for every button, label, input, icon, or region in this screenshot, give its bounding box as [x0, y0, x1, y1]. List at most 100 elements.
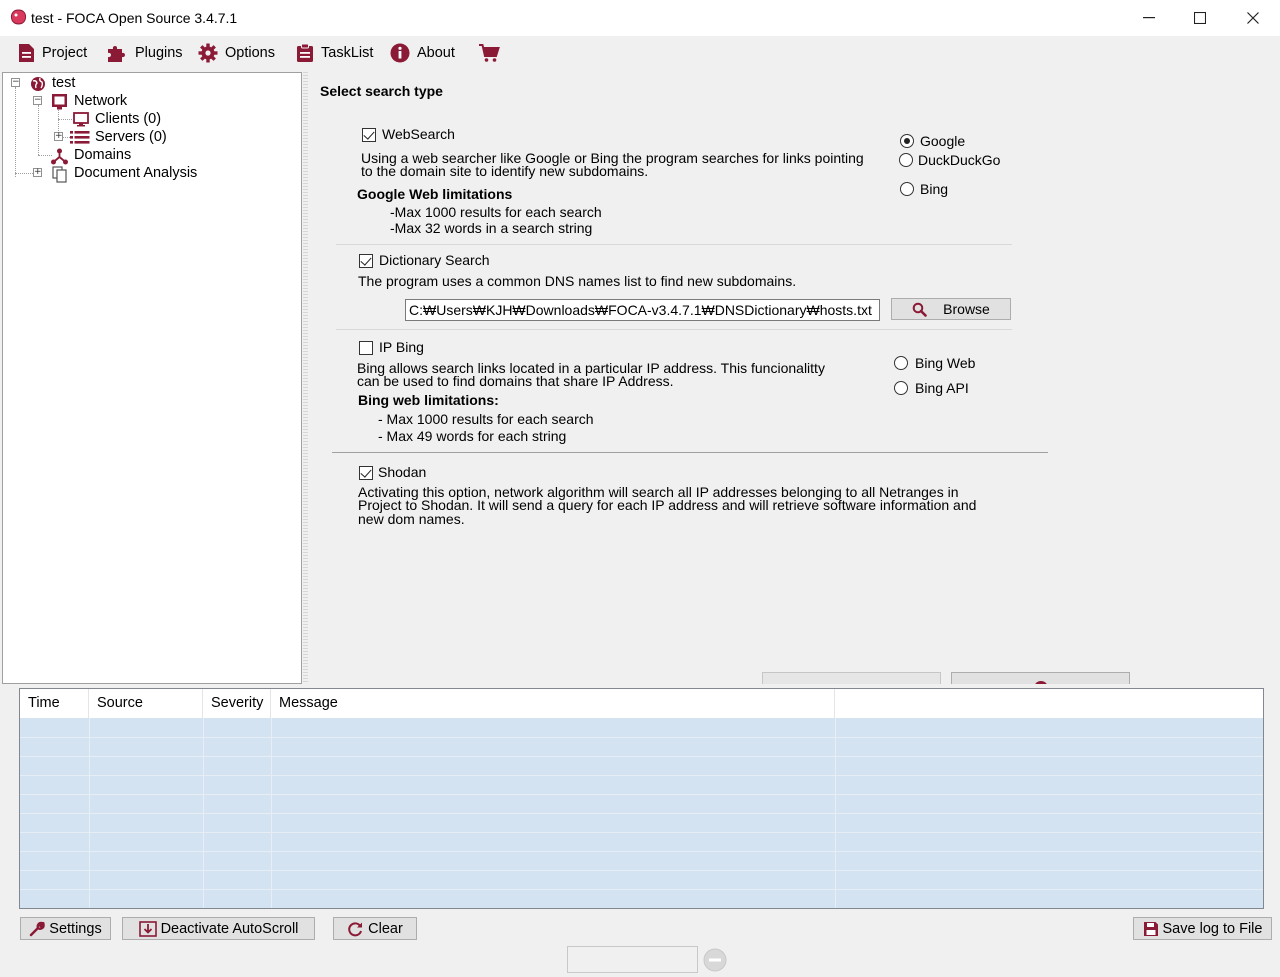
- column-message[interactable]: Message: [271, 689, 835, 718]
- settings-button[interactable]: Settings: [20, 917, 111, 940]
- stop-circle-icon[interactable]: [703, 948, 727, 972]
- menu-project-label: Project: [42, 45, 88, 61]
- clear-button-label: Clear: [368, 920, 403, 937]
- separator: [332, 452, 1048, 453]
- bing-limit-2: - Max 49 words for each string: [378, 428, 567, 444]
- document-icon: [19, 44, 34, 62]
- menu-plugins-label: Plugins: [135, 45, 183, 61]
- tree-document-analysis-label[interactable]: Document Analysis: [74, 165, 197, 181]
- dictionary-path-input[interactable]: C:₩Users₩KJH₩Downloads₩FOCA-v3.4.7.1₩DNS…: [405, 299, 880, 321]
- websearch-description-2: to the domain site to identify new subdo…: [361, 163, 649, 179]
- search-panel: Select search type WebSearch Using a web…: [308, 72, 1278, 684]
- autoscroll-button-label: Deactivate AutoScroll: [160, 920, 299, 937]
- shodan-description-3: new dom names.: [358, 511, 465, 527]
- foca-logo-icon: [10, 9, 27, 25]
- clear-button[interactable]: Clear: [333, 917, 417, 940]
- shodan-label[interactable]: Shodan: [378, 465, 426, 479]
- bing-api-label[interactable]: Bing API: [915, 381, 969, 395]
- ipbing-description-2: can be used to find domains that share I…: [357, 373, 674, 389]
- bing-web-label[interactable]: Bing Web: [915, 356, 975, 370]
- tree-servers-label[interactable]: Servers (0): [95, 129, 167, 145]
- menu-options[interactable]: Options: [194, 40, 279, 66]
- log-grid[interactable]: Time Source Severity Message: [19, 688, 1264, 909]
- bing-web-radio[interactable]: [894, 356, 908, 370]
- tree-root-label[interactable]: test: [52, 75, 75, 91]
- menu-plugins[interactable]: Plugins: [102, 40, 187, 66]
- start-button[interactable]: [951, 672, 1130, 684]
- menu-tasklist-label: TaskList: [321, 45, 374, 61]
- menu-project[interactable]: Project: [14, 40, 91, 66]
- maximize-icon: [1194, 12, 1206, 24]
- bing-limit-1: - Max 1000 results for each search: [378, 411, 594, 427]
- search-type-heading: Select search type: [320, 83, 443, 99]
- dictionary-checkbox[interactable]: [359, 254, 373, 268]
- shodan-checkbox[interactable]: [359, 466, 373, 480]
- globe-icon: [31, 77, 45, 91]
- cart-icon: [479, 44, 500, 62]
- maximize-button[interactable]: [1173, 0, 1227, 36]
- dictionary-label[interactable]: Dictionary Search: [379, 253, 490, 267]
- close-icon: [1247, 12, 1259, 24]
- ipbing-label[interactable]: IP Bing: [379, 340, 424, 354]
- save-log-button-label: Save log to File: [1162, 920, 1263, 937]
- browse-button[interactable]: Browse: [891, 298, 1011, 320]
- google-limits-title: Google Web limitations: [357, 186, 513, 202]
- tree-domains-label[interactable]: Domains: [74, 147, 131, 163]
- menu-shop[interactable]: [474, 40, 504, 66]
- menu-bar: Project Plugins Options TaskList About: [0, 36, 1280, 70]
- bing-api-radio[interactable]: [894, 381, 908, 395]
- separator: [336, 329, 1012, 330]
- column-extra[interactable]: [835, 689, 1263, 718]
- tree-clients-label[interactable]: Clients (0): [95, 111, 161, 127]
- settings-button-label: Settings: [49, 920, 102, 937]
- autoscroll-button[interactable]: Deactivate AutoScroll: [122, 917, 315, 940]
- title-bar: test - FOCA Open Source 3.4.7.1: [0, 0, 1280, 36]
- documents-icon: [52, 166, 67, 183]
- browse-button-label: Browse: [943, 301, 990, 317]
- engine-bing-radio[interactable]: [900, 182, 914, 196]
- websearch-label[interactable]: WebSearch: [382, 127, 455, 141]
- close-button[interactable]: [1226, 0, 1280, 36]
- status-progress-box: [567, 946, 698, 973]
- dictionary-description: The program uses a common DNS names list…: [358, 273, 797, 289]
- tree-collapse-toggle[interactable]: −: [11, 78, 20, 87]
- search-icon: [912, 302, 927, 317]
- monitor-icon: [73, 112, 89, 127]
- tree-network-label[interactable]: Network: [74, 93, 127, 109]
- tree-documents-toggle[interactable]: +: [33, 168, 42, 177]
- start-icon: [1034, 681, 1047, 684]
- refresh-icon: [348, 921, 363, 936]
- ipbing-checkbox[interactable]: [359, 341, 373, 355]
- puzzle-icon: [108, 46, 125, 62]
- engine-duckduckgo-radio[interactable]: [899, 153, 913, 167]
- log-grid-header: Time Source Severity Message: [20, 689, 1263, 718]
- column-source[interactable]: Source: [89, 689, 203, 718]
- save-icon: [1143, 921, 1158, 936]
- minimize-icon: [1143, 17, 1155, 19]
- save-log-button[interactable]: Save log to File: [1133, 917, 1272, 940]
- column-time[interactable]: Time: [20, 689, 89, 718]
- menu-about[interactable]: About: [386, 40, 459, 66]
- engine-google-label[interactable]: Google: [920, 134, 965, 148]
- websearch-checkbox[interactable]: [362, 128, 376, 142]
- info-icon: [390, 43, 410, 63]
- tree-servers-toggle[interactable]: +: [54, 132, 63, 141]
- engine-bing-label[interactable]: Bing: [920, 182, 948, 196]
- servers-icon: [70, 131, 90, 144]
- minimize-button[interactable]: [1122, 0, 1176, 36]
- stop-button[interactable]: [762, 672, 941, 684]
- menu-about-label: About: [417, 45, 455, 61]
- tree-network-toggle[interactable]: −: [33, 96, 42, 105]
- window-title: test - FOCA Open Source 3.4.7.1: [31, 10, 238, 26]
- column-severity[interactable]: Severity: [203, 689, 271, 718]
- google-limit-2: -Max 32 words in a search string: [390, 220, 593, 236]
- shodan-description-2: Project to Shodan. It will send a query …: [358, 497, 977, 513]
- engine-google-radio[interactable]: [900, 134, 914, 148]
- engine-duckduckgo-label[interactable]: DuckDuckGo: [918, 153, 1000, 167]
- wrench-icon: [30, 921, 46, 936]
- network-icon: [52, 94, 67, 110]
- project-tree[interactable]: − test − Network Clients (0) + Servers (…: [2, 72, 302, 684]
- download-icon: [138, 920, 157, 937]
- separator: [336, 244, 1012, 245]
- menu-tasklist[interactable]: TaskList: [292, 40, 377, 66]
